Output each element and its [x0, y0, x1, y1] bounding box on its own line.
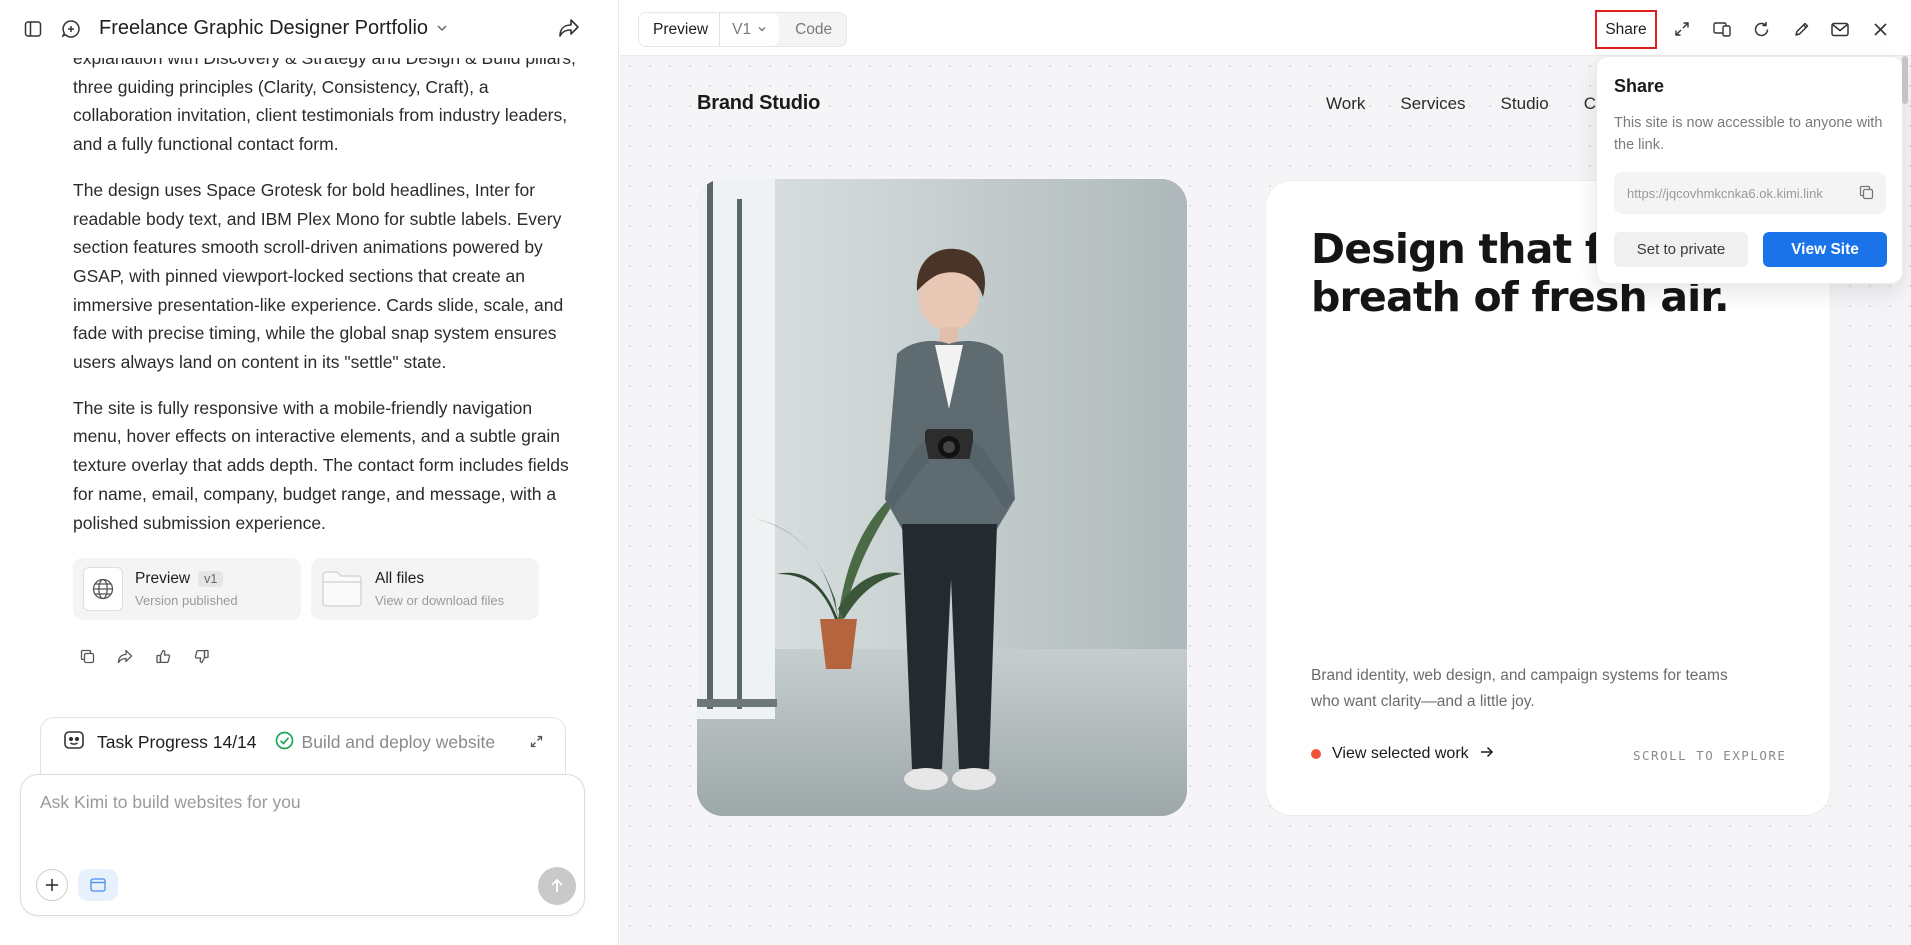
task-progress-label: Task Progress 14/14 — [97, 732, 257, 752]
add-attachment-button[interactable] — [36, 869, 68, 901]
version-select[interactable]: V1 — [719, 13, 780, 46]
fullscreen-icon[interactable] — [1671, 18, 1693, 40]
scroll-hint: SCROLL TO EXPLORE — [1633, 748, 1787, 763]
view-work-link[interactable]: View selected work — [1311, 745, 1494, 763]
close-icon[interactable] — [1869, 18, 1891, 40]
all-files-card-subtitle: View or download files — [375, 593, 505, 608]
composer-input[interactable]: Ask Kimi to build websites for you — [40, 792, 301, 813]
site-brand[interactable]: Brand Studio — [697, 92, 820, 115]
chat-message: explanation with Discovery & Strategy an… — [73, 44, 583, 554]
result-cards: Preview v1 Version published All files Vi… — [73, 558, 539, 620]
hero-subtitle: Brand identity, web design, and campaign… — [1311, 667, 1728, 710]
photographer-image — [697, 179, 1187, 816]
globe-icon — [83, 567, 123, 611]
copy-link-icon[interactable] — [1859, 185, 1874, 203]
view-switcher: Preview V1 Code — [638, 12, 848, 47]
chat-panel: explanation with Discovery & Strategy an… — [0, 0, 619, 945]
chevron-down-icon — [757, 21, 767, 39]
task-status: Build and deploy website — [275, 731, 496, 755]
chat-paragraph-1: explanation with Discovery & Strategy an… — [73, 48, 576, 155]
share-chat-icon[interactable] — [558, 18, 580, 38]
arrow-right-icon — [1480, 745, 1494, 763]
version-select-label: V1 — [732, 20, 752, 38]
check-circle-icon — [275, 731, 294, 755]
preview-scrollbar[interactable] — [1902, 56, 1908, 104]
sidebar-toggle-icon[interactable] — [24, 20, 42, 38]
project-title-text: Freelance Graphic Designer Portfolio — [99, 17, 429, 39]
preview-toolbar: Preview V1 Code Share — [620, 0, 1911, 56]
nav-item-studio[interactable]: Studio — [1501, 94, 1549, 114]
send-button[interactable] — [538, 867, 576, 905]
version-badge: v1 — [198, 571, 224, 587]
nav-item-work[interactable]: Work — [1326, 94, 1365, 114]
thumbs-down-icon[interactable] — [192, 647, 210, 665]
tab-preview[interactable]: Preview — [639, 13, 720, 46]
message-composer[interactable]: Ask Kimi to build websites for you — [20, 774, 585, 916]
project-title[interactable]: Freelance Graphic Designer Portfolio — [99, 17, 448, 40]
task-status-text: Build and deploy website — [301, 732, 496, 752]
chevron-down-icon — [436, 17, 448, 40]
chat-header: Freelance Graphic Designer Portfolio — [0, 0, 618, 58]
site-nav: Work Services Studio Co — [1326, 94, 1640, 114]
share-icon[interactable] — [116, 647, 134, 665]
tab-code[interactable]: Code — [779, 21, 846, 39]
set-private-button[interactable]: Set to private — [1614, 232, 1748, 267]
chat-paragraph-3: The site is fully responsive with a mobi… — [73, 397, 569, 533]
website-mode-button[interactable] — [78, 869, 118, 901]
nav-item-services[interactable]: Services — [1400, 94, 1465, 114]
preview-card[interactable]: Preview v1 Version published — [73, 558, 301, 620]
preview-card-subtitle: Version published — [135, 593, 238, 608]
share-link-field[interactable]: https://jqcovhmkcnka6.ok.kimi.link — [1614, 172, 1886, 214]
thumbs-up-icon[interactable] — [154, 647, 172, 665]
view-work-label: View selected work — [1332, 745, 1469, 762]
folder-icon — [321, 567, 363, 611]
all-files-card-title: All files — [375, 570, 425, 587]
all-files-card[interactable]: All files View or download files — [311, 558, 539, 620]
new-chat-icon[interactable] — [61, 19, 81, 39]
accent-dot — [1311, 749, 1321, 759]
edit-icon[interactable] — [1790, 18, 1812, 40]
task-progress[interactable]: Task Progress 14/14 Build and deploy web… — [40, 717, 566, 777]
message-actions — [78, 647, 210, 665]
chat-paragraph-2: The design uses Space Grotesk for bold h… — [73, 179, 564, 373]
refresh-icon[interactable] — [1750, 18, 1772, 40]
share-popover-description: This site is now accessible to anyone wi… — [1614, 115, 1883, 153]
copy-icon[interactable] — [78, 647, 96, 665]
share-link-text: https://jqcovhmkcnka6.ok.kimi.link — [1627, 185, 1823, 201]
mail-icon[interactable] — [1829, 18, 1851, 40]
preview-card-title: Preview — [135, 570, 191, 587]
share-popover: Share This site is now accessible to any… — [1596, 56, 1903, 284]
expand-icon[interactable] — [530, 732, 543, 753]
share-popover-title: Share — [1614, 76, 1665, 96]
device-toggle-icon[interactable] — [1711, 18, 1733, 40]
hero-photo — [697, 179, 1187, 816]
view-site-button[interactable]: View Site — [1763, 232, 1887, 267]
robot-icon — [63, 729, 85, 756]
share-button[interactable]: Share — [1595, 10, 1657, 49]
